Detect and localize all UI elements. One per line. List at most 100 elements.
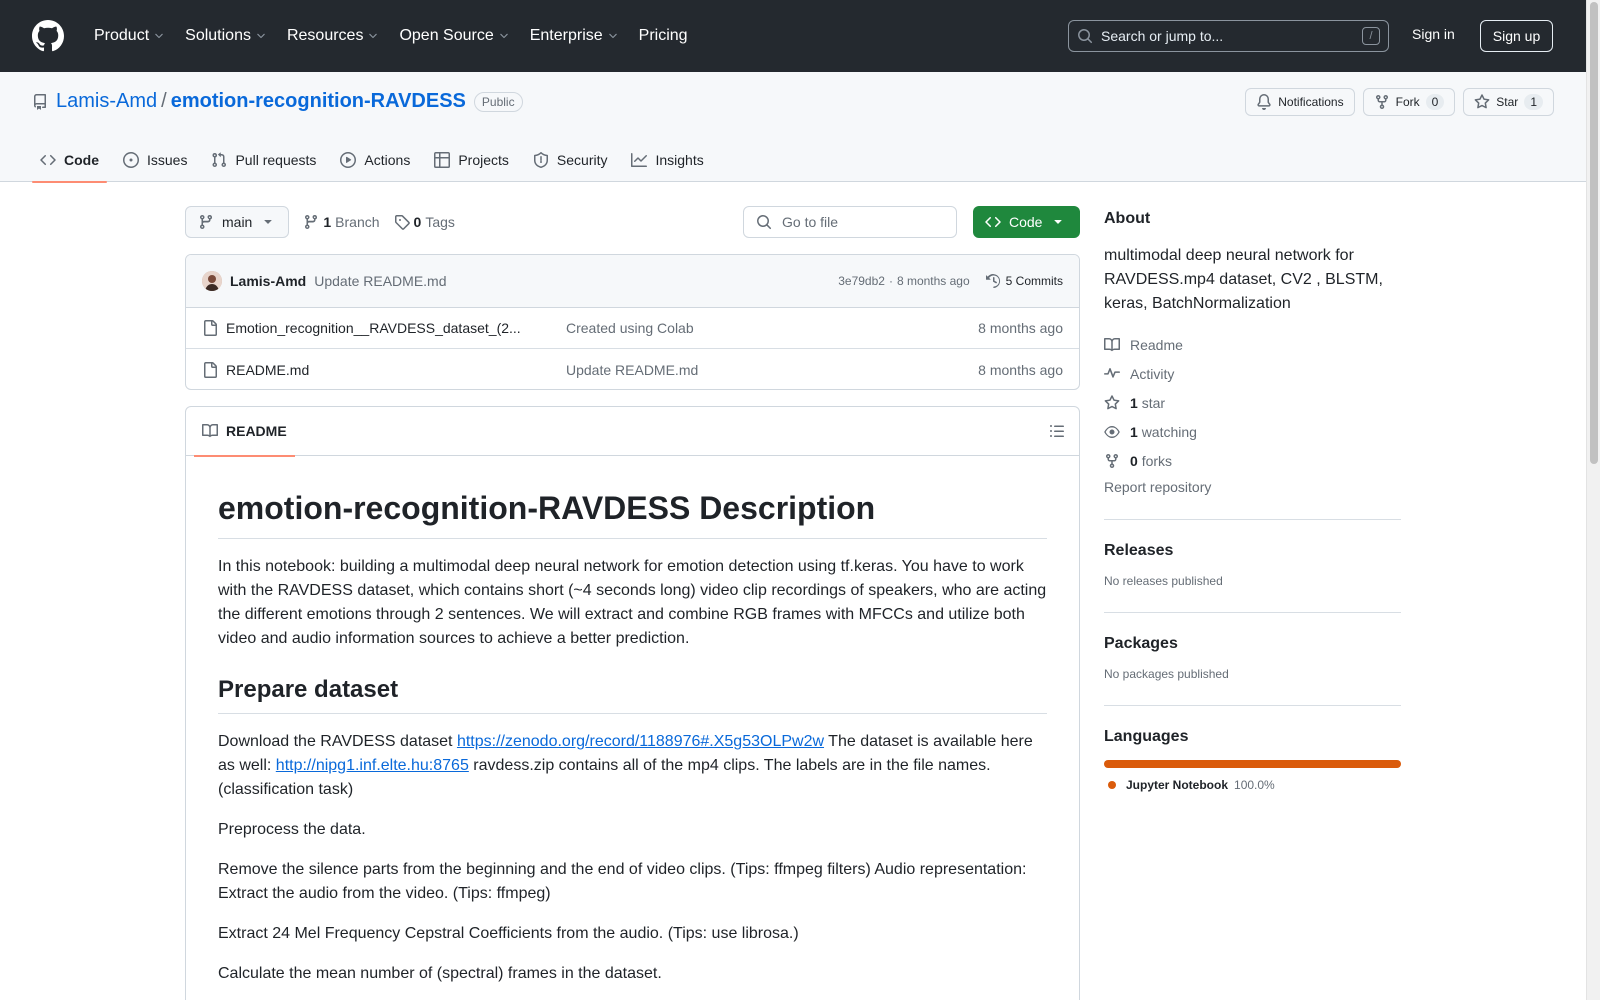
tab-insights[interactable]: Insights <box>623 138 711 182</box>
report-repository-link[interactable]: Report repository <box>1104 479 1401 520</box>
zenodo-link[interactable]: https://zenodo.org/record/1188976#.X5g53… <box>457 733 824 750</box>
stars-link[interactable]: 1 star <box>1104 388 1401 417</box>
commit-hash-link[interactable]: 3e79db2 <box>838 274 885 288</box>
fork-button[interactable]: Fork 0 <box>1362 88 1456 116</box>
nipg-link[interactable]: http://nipg1.inf.elte.hu:8765 <box>276 757 469 774</box>
scrollbar-thumb[interactable] <box>1590 2 1598 464</box>
code-icon <box>40 154 56 166</box>
chevron-down-icon <box>155 33 163 39</box>
notifications-button[interactable]: Notifications <box>1245 88 1355 116</box>
nav-resources[interactable]: Resources <box>279 20 387 52</box>
chevron-down-icon <box>608 33 617 39</box>
list-icon[interactable] <box>1049 423 1065 439</box>
file-icon <box>204 320 217 336</box>
file-commit-message[interactable]: Created using Colab <box>566 320 978 336</box>
readme-paragraph: Preprocess the data. <box>218 821 366 838</box>
fork-icon <box>1106 453 1118 468</box>
repo-owner-link[interactable]: Lamis-Amd <box>56 90 157 113</box>
global-search-input[interactable]: Search or jump to... / <box>1068 20 1389 52</box>
tag-count: 0 <box>413 214 422 230</box>
commit-time: 8 months ago <box>896 274 970 288</box>
nav-open-source[interactable]: Open Source <box>391 20 517 52</box>
about-description: multimodal deep neural network for RAVDE… <box>1104 247 1383 312</box>
table-row: Emotion_recognition__RAVDESS_dataset_(2.… <box>186 308 1079 349</box>
star-button[interactable]: Star 1 <box>1463 88 1554 116</box>
branches-link[interactable]: 1 Branch <box>303 214 380 230</box>
code-dropdown-button[interactable]: Code <box>973 206 1080 238</box>
branch-bar: main 1 Branch 0 Tags Go to file Code <box>185 206 1080 238</box>
nav-solutions[interactable]: Solutions <box>177 20 275 52</box>
star-icon <box>1474 94 1490 109</box>
tab-pull-requests[interactable]: Pull requests <box>203 138 324 182</box>
readme-tab[interactable]: README <box>194 407 295 457</box>
tab-actions[interactable]: Actions <box>332 138 418 182</box>
activity-link[interactable]: Activity <box>1104 359 1401 388</box>
repo-icon <box>33 93 46 110</box>
readme-paragraph: Calculate the mean number of (spectral) … <box>218 965 662 982</box>
language-dot <box>1108 781 1116 789</box>
chevron-down-icon <box>499 33 508 39</box>
releases-heading[interactable]: Releases <box>1104 542 1401 560</box>
code-icon <box>985 216 1001 228</box>
tab-security[interactable]: Security <box>525 138 616 182</box>
commit-author-link[interactable]: Lamis-Amd <box>230 273 306 289</box>
tab-label: Actions <box>364 152 411 168</box>
readme-link[interactable]: Readme <box>1104 330 1401 359</box>
file-name-link[interactable]: Emotion_recognition__RAVDESS_dataset_(2.… <box>226 320 556 336</box>
language-item[interactable]: Jupyter Notebook 100.0% <box>1108 778 1401 792</box>
shield-icon <box>533 152 548 168</box>
nav-label: Resources <box>286 27 364 44</box>
tab-issues[interactable]: Issues <box>115 138 195 182</box>
search-shortcut-key: / <box>1362 27 1380 45</box>
nav-pricing[interactable]: Pricing <box>631 20 696 52</box>
text: Download the RAVDESS dataset <box>218 733 457 750</box>
tab-label: Security <box>556 152 608 168</box>
latest-commit-row: Lamis-Amd Update README.md 3e79db2 · 8 m… <box>186 255 1079 308</box>
triangle-down-icon <box>264 219 273 224</box>
visibility-badge: Public <box>473 91 523 112</box>
tab-label: Insights <box>655 152 704 168</box>
go-to-file-input[interactable]: Go to file <box>743 206 957 238</box>
commit-message-link[interactable]: Update README.md <box>314 273 446 289</box>
page-scrollbar[interactable] <box>1586 0 1600 1000</box>
repo-name-link[interactable]: emotion-recognition-RAVDESS <box>171 90 466 113</box>
avatar[interactable] <box>202 271 222 291</box>
play-icon <box>340 152 357 168</box>
languages-section: Languages Jupyter Notebook 100.0% <box>1104 706 1401 816</box>
file-name-link[interactable]: README.md <box>226 362 556 378</box>
readme-paragraph: Remove the silence parts from the beginn… <box>218 861 1027 902</box>
watching-link[interactable]: 1 watching <box>1104 417 1401 446</box>
nav-product[interactable]: Product <box>86 20 173 52</box>
file-commit-message[interactable]: Update README.md <box>566 362 978 378</box>
readme-panel: README emotion-recognition-RAVDESS Descr… <box>185 406 1080 1000</box>
chevron-down-icon <box>257 33 265 39</box>
sidebar: About multimodal deep neural network for… <box>1104 210 1401 816</box>
readme-paragraph: Download the RAVDESS dataset https://zen… <box>218 730 1047 802</box>
branch-name: main <box>222 214 253 230</box>
nav-label: Product <box>94 27 150 44</box>
nav-label: Enterprise <box>529 27 603 44</box>
commits-count-label: 5 Commits <box>1005 274 1063 288</box>
table-icon <box>434 152 451 168</box>
releases-section: Releases No releases published <box>1104 520 1401 613</box>
commits-history-link[interactable]: 5 Commits <box>985 273 1063 289</box>
packages-heading[interactable]: Packages <box>1104 635 1401 653</box>
tags-link[interactable]: 0 Tags <box>394 214 455 230</box>
tab-code[interactable]: Code <box>32 138 107 183</box>
forks-link[interactable]: 0 forks <box>1104 446 1401 475</box>
bell-icon <box>1257 94 1271 110</box>
readme-tab-label: README <box>226 423 287 439</box>
tab-projects[interactable]: Projects <box>426 138 517 182</box>
sign-in-link[interactable]: Sign in <box>1412 26 1455 42</box>
notifications-label: Notifications <box>1278 95 1344 109</box>
readme-title: emotion-recognition-RAVDESS Description <box>218 488 1047 539</box>
fork-icon <box>1375 94 1388 110</box>
github-logo-icon[interactable] <box>32 20 64 52</box>
sign-up-button[interactable]: Sign up <box>1480 20 1553 52</box>
branch-selector[interactable]: main <box>185 206 290 238</box>
nav-enterprise[interactable]: Enterprise <box>522 20 627 52</box>
star-count: 1 <box>1524 94 1543 110</box>
pull-request-icon <box>212 152 227 168</box>
avatar-image <box>202 271 222 291</box>
history-icon <box>985 274 1000 288</box>
